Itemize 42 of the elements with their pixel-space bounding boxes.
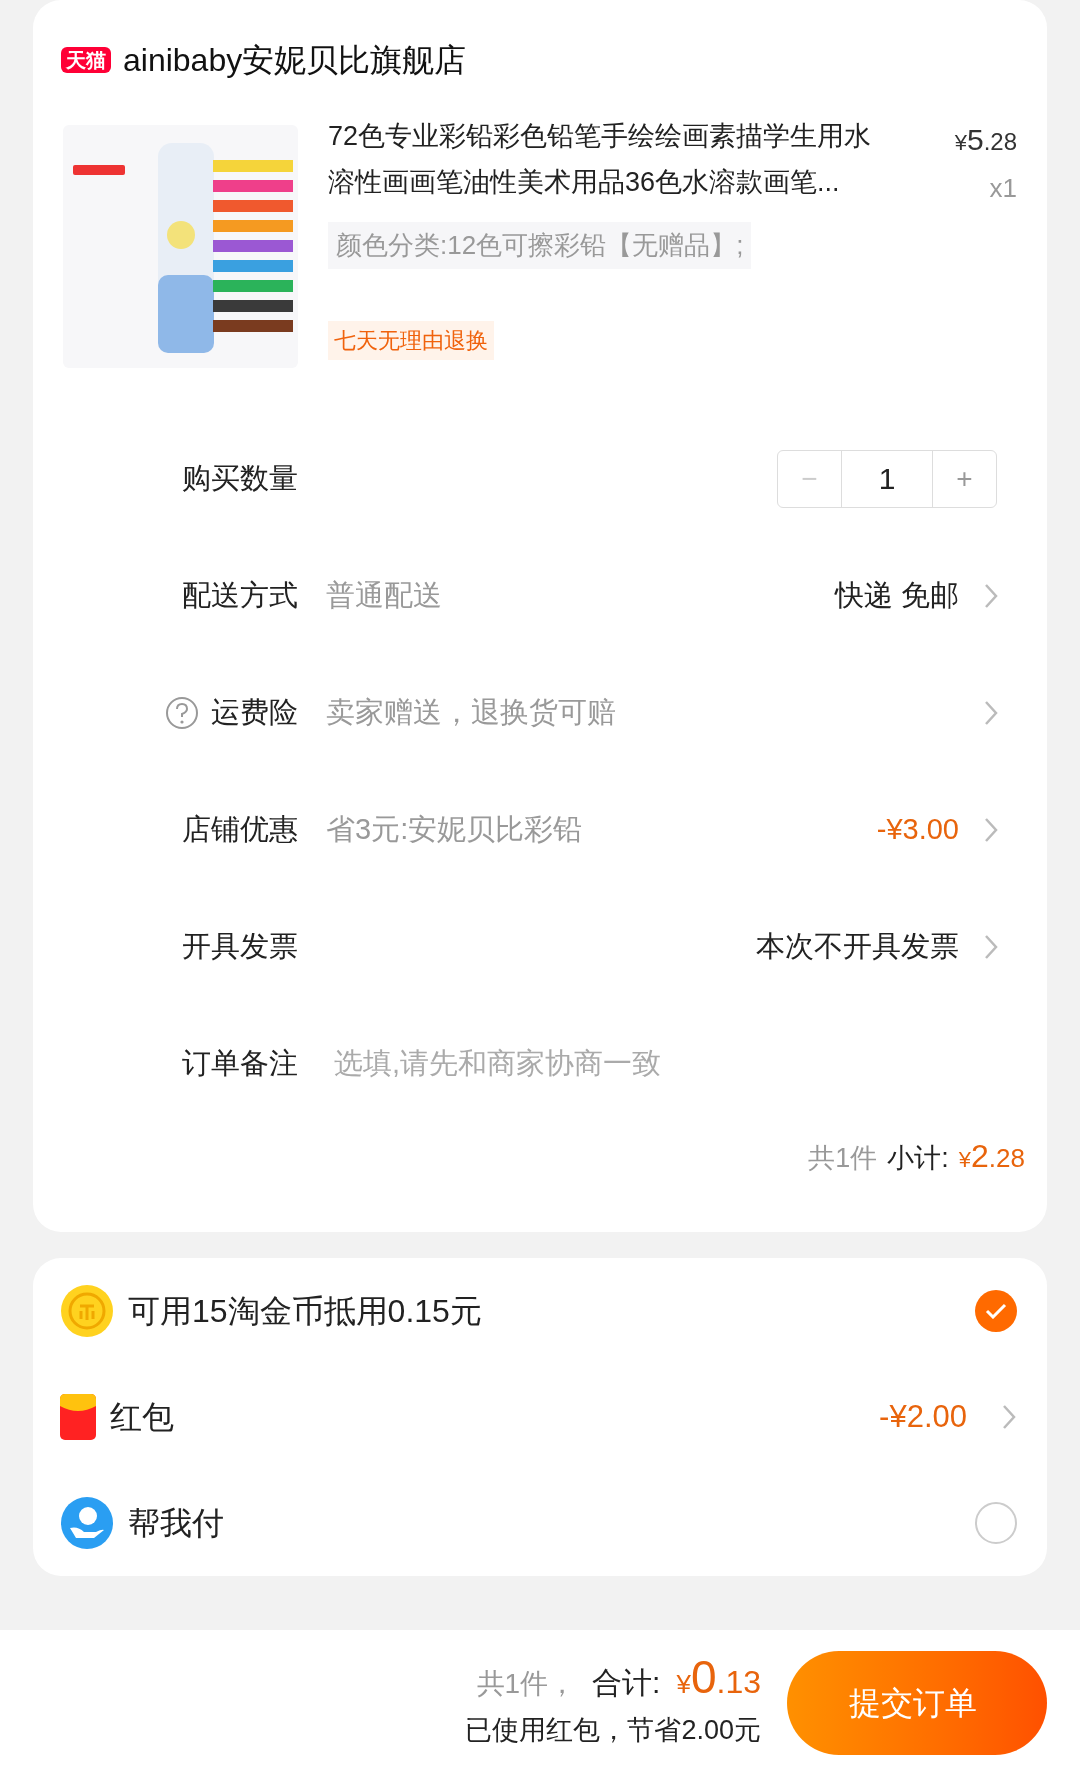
row-label: 运费险 xyxy=(211,694,298,730)
total-amount: ¥0.13 xyxy=(676,1654,761,1701)
chevron-right-icon xyxy=(1001,1403,1017,1431)
sku-chip[interactable]: 颜色分类:12色可擦彩铅【无赠品】; xyxy=(328,222,752,269)
product-quantity: x1 xyxy=(989,172,1017,205)
benefit-label: 红包 xyxy=(110,1398,174,1437)
row-label: 开具发票 xyxy=(182,928,298,964)
row-label: 配送方式 xyxy=(182,577,298,613)
help-icon[interactable] xyxy=(165,695,199,730)
checkmark-icon xyxy=(985,1303,1007,1319)
total-count: 共1件， xyxy=(476,1670,577,1699)
total-label: 合计: xyxy=(592,1668,661,1699)
return-tag: 七天无理由退换 xyxy=(328,321,494,360)
note-input-field[interactable]: 选填,请先和商家协商一致 xyxy=(334,1041,999,1086)
row-detail: 普通配送 xyxy=(326,577,442,613)
benefit-label: 可用15淘金币抵用0.15元 xyxy=(128,1292,482,1331)
increase-button[interactable]: + xyxy=(932,450,996,507)
benefit-value[interactable]: -¥2.00 xyxy=(879,1393,967,1441)
row-label: 订单备注 xyxy=(182,1045,298,1081)
store-name[interactable]: ainibaby安妮贝比旗舰店 xyxy=(123,36,467,84)
store-badge: 天猫 xyxy=(61,47,111,73)
row-value[interactable]: 本次不开具发票 xyxy=(756,924,959,969)
item-count: 共1件 xyxy=(808,1145,878,1172)
product-title[interactable]: 72色专业彩铅彩色铅笔手绘绘画素描学生用水溶性画画笔油性美术用品36色水溶款画笔... xyxy=(328,113,898,208)
row-label: 店铺优惠 xyxy=(182,811,298,847)
subtotal-label: 小计: xyxy=(887,1145,949,1172)
product-price: ¥5.28 xyxy=(954,125,1017,155)
row-detail: 省3元:安妮贝比彩铅 xyxy=(326,811,583,847)
checked-radio[interactable] xyxy=(975,1290,1017,1332)
benefit-label: 帮我付 xyxy=(128,1504,224,1543)
quantity-value[interactable]: 1 xyxy=(842,450,932,507)
envelope-icon xyxy=(60,1394,96,1440)
saving-note: 已使用红包，节省2.00元 xyxy=(465,1714,761,1748)
submit-order-button[interactable]: 提交订单 xyxy=(787,1650,1047,1755)
row-detail: 卖家赠送，退换货可赔 xyxy=(326,694,616,730)
row-value[interactable]: -¥3.00 xyxy=(876,807,959,852)
row-value[interactable]: 快递 免邮 xyxy=(834,573,959,618)
radio-button[interactable] xyxy=(975,1502,1017,1544)
row-label: 购买数量 xyxy=(182,460,298,496)
coin-icon xyxy=(60,1284,114,1338)
hand-coin-icon xyxy=(60,1496,114,1550)
subtotal-amount: ¥2.28 xyxy=(958,1140,1025,1172)
